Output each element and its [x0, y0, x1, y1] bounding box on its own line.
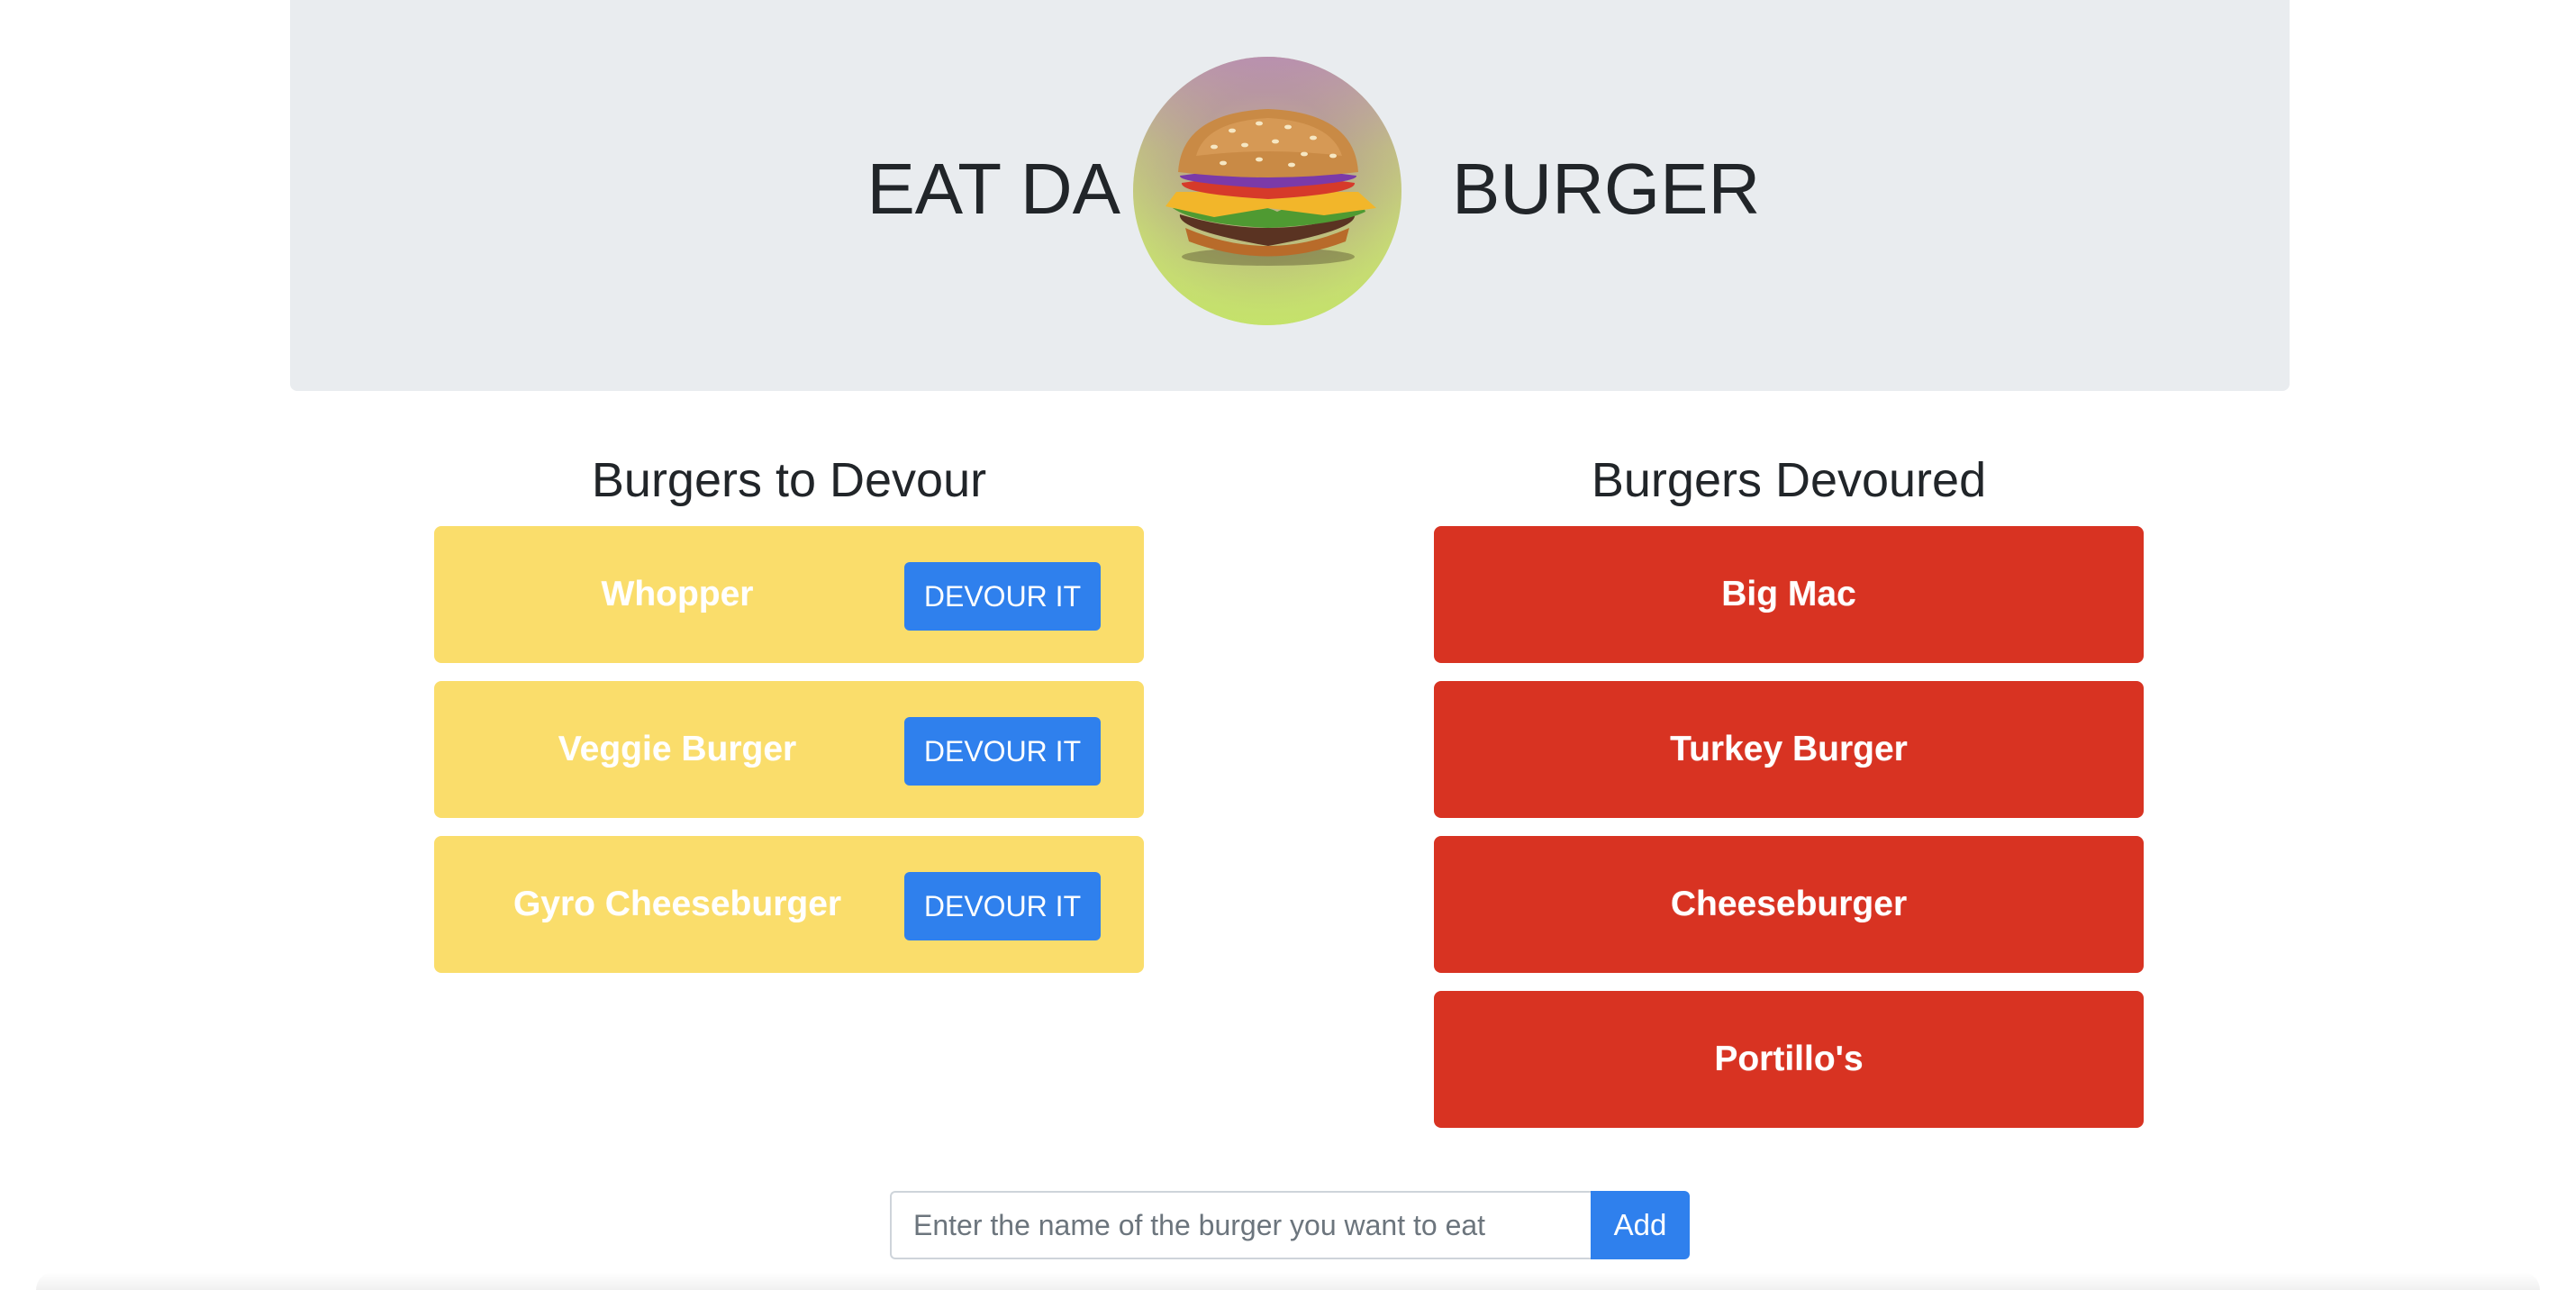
burger-name: Gyro Cheeseburger [512, 885, 842, 923]
page: EAT DA BURGER Burgers to Devour Burgers … [0, 0, 2576, 1290]
to-devour-heading: Burgers to Devour [591, 453, 987, 507]
burger-name: Turkey Burger [1670, 730, 1908, 768]
burger-icon [1133, 57, 1401, 325]
add-button[interactable]: Add [1591, 1191, 1690, 1259]
title-left: EAT DA [866, 149, 1120, 229]
burger-name: Cheeseburger [1670, 885, 1908, 923]
devour-button[interactable]: DEVOUR IT [904, 562, 1101, 631]
devoured-card: Big Mac [1434, 526, 2144, 663]
devoured-card: Portillo's [1434, 991, 2144, 1128]
burger-name: Big Mac [1721, 575, 1856, 613]
devour-button[interactable]: DEVOUR IT [904, 872, 1101, 940]
devoured-card: Turkey Burger [1434, 681, 2144, 818]
to-devour-card: Gyro Cheeseburger DEVOUR IT [434, 836, 1144, 973]
title-right: BURGER [1452, 149, 1761, 229]
devoured-card: Cheeseburger [1434, 836, 2144, 973]
to-devour-card: Whopper DEVOUR IT [434, 526, 1144, 663]
burger-name: Portillo's [1714, 1040, 1864, 1078]
add-burger-form: Add [890, 1191, 1690, 1259]
to-devour-card: Veggie Burger DEVOUR IT [434, 681, 1144, 818]
burger-name: Whopper [601, 575, 754, 613]
burger-name: Veggie Burger [558, 730, 797, 768]
header-jumbotron: EAT DA BURGER [290, 0, 2290, 391]
devoured-heading: Burgers Devoured [1591, 453, 1987, 507]
devour-button[interactable]: DEVOUR IT [904, 717, 1101, 786]
burger-name-input[interactable] [890, 1191, 1591, 1259]
page-bottom-shadow [36, 1272, 2540, 1290]
